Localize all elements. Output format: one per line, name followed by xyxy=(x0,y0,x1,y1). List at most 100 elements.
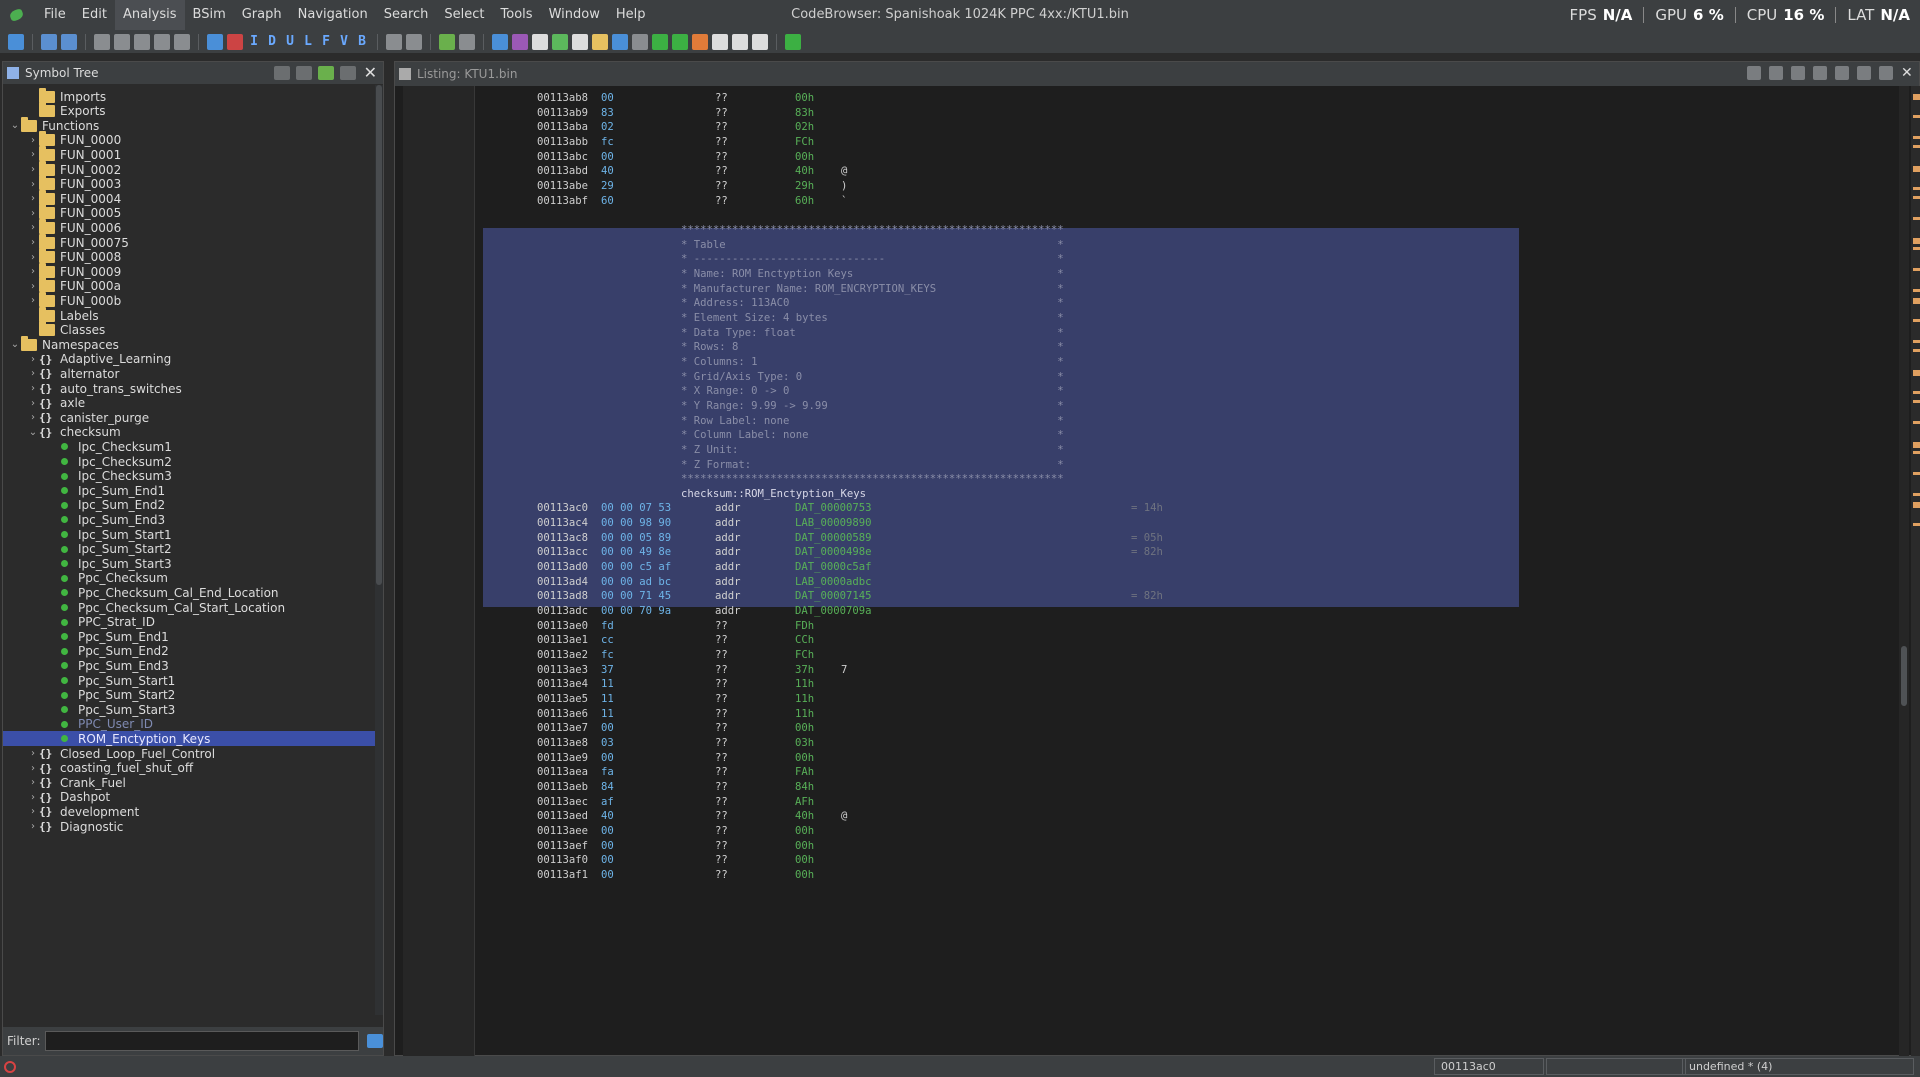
tree-item[interactable]: Ipc_Sum_End3 xyxy=(3,512,375,527)
listing-line[interactable]: 00113af1 00?? 00h xyxy=(483,868,1783,882)
listing-line[interactable]: 00113abe 29?? 29h) xyxy=(483,179,1783,193)
listing-line[interactable]: 00113aeb 84?? 84h xyxy=(483,780,1783,794)
overview-marker[interactable] xyxy=(1913,268,1920,271)
overview-marker[interactable] xyxy=(1913,187,1920,190)
listing-line[interactable]: 00113abc 00?? 00h xyxy=(483,150,1783,164)
chevron-right-icon[interactable]: › xyxy=(27,806,39,817)
listing-line[interactable]: 00113ae3 37?? 37h 7 xyxy=(483,663,1783,677)
tree-item[interactable]: ⌄{} checksum xyxy=(3,425,375,440)
overview-marker[interactable] xyxy=(1913,115,1920,118)
copy-icon[interactable] xyxy=(386,33,402,50)
chevron-down-icon[interactable]: ⌄ xyxy=(9,339,21,350)
listing-line[interactable]: 00113ae9 00?? 00h xyxy=(483,751,1783,765)
layout-icon[interactable] xyxy=(732,33,748,50)
overview-marker[interactable] xyxy=(1913,289,1920,292)
back-icon[interactable] xyxy=(41,33,57,50)
chevron-right-icon[interactable]: › xyxy=(27,763,39,774)
listing-line[interactable]: 00113ae0 fd?? FDh xyxy=(483,619,1783,633)
export-icon[interactable] xyxy=(295,66,312,80)
overview-marker[interactable] xyxy=(1913,370,1920,376)
tree-item[interactable]: › FUN_0009 xyxy=(3,262,375,279)
menu-window[interactable]: Window xyxy=(541,0,608,30)
tree-item[interactable]: › FUN_0004 xyxy=(3,189,375,206)
navigate-icon[interactable] xyxy=(94,33,110,50)
tree-item[interactable]: Ppc_Sum_Start1 xyxy=(3,673,375,688)
tree-item[interactable]: Labels xyxy=(3,306,375,323)
undo-icon[interactable] xyxy=(439,33,455,50)
tree-item[interactable]: Ppc_Sum_End3 xyxy=(3,658,375,673)
chevron-right-icon[interactable]: › xyxy=(27,222,39,233)
listing-line[interactable]: 00113af0 00?? 00h xyxy=(483,853,1783,867)
chevron-right-icon[interactable]: › xyxy=(27,748,39,759)
listing-line[interactable]: 00113aee 00?? 00h xyxy=(483,824,1783,838)
tree-item[interactable]: ›{} development xyxy=(3,804,375,819)
overview-marker[interactable] xyxy=(1913,400,1920,403)
listing-line[interactable]: 00113ac8 00 00 05 89 addr DAT_00000589 = 05h xyxy=(483,531,1783,545)
script-icon[interactable] xyxy=(672,33,688,50)
listing-line[interactable]: 00113ad8 00 00 71 45 addr DAT_00007145 = 82h xyxy=(483,589,1783,603)
tree-item[interactable]: › FUN_00075 xyxy=(3,233,375,250)
redo-icon[interactable] xyxy=(459,33,475,50)
overview-marker[interactable] xyxy=(1913,298,1920,304)
overview-marker[interactable] xyxy=(1913,451,1920,454)
navigate-on-click-icon[interactable] xyxy=(317,66,334,80)
listing-scrollbar[interactable] xyxy=(1899,86,1909,1056)
tree-item[interactable]: Ppc_Checksum xyxy=(3,571,375,586)
listing-line[interactable]: 00113acc 00 00 49 8e addr DAT_0000498e = 82h xyxy=(483,545,1783,559)
tree-item[interactable]: Ppc_Sum_End1 xyxy=(3,629,375,644)
nav-f-button[interactable]: F xyxy=(317,34,335,49)
layout-listing-icon[interactable] xyxy=(1879,66,1893,80)
tree-item[interactable]: ›{} Adaptive_Learning xyxy=(3,352,375,367)
tree-item[interactable]: Ppc_Checksum_Cal_Start_Location xyxy=(3,600,375,615)
tree-item[interactable]: › FUN_0008 xyxy=(3,248,375,265)
snapshot-icon[interactable] xyxy=(339,66,356,80)
overview-marker[interactable] xyxy=(1913,391,1920,394)
listing-line[interactable]: checksum::ROM_Enctyption_Keys xyxy=(483,487,1783,501)
menu-navigation[interactable]: Navigation xyxy=(290,0,376,30)
chevron-right-icon[interactable]: › xyxy=(27,383,39,394)
tree-item[interactable]: › FUN_0005 xyxy=(3,204,375,221)
listing-line[interactable]: 00113aea fa?? FAh xyxy=(483,765,1783,779)
tree-item[interactable]: ⌄ Namespaces xyxy=(3,335,375,352)
tree-icon[interactable] xyxy=(752,33,768,50)
tree-item[interactable]: ⌄ Functions xyxy=(3,116,375,133)
menu-bsim[interactable]: BSim xyxy=(185,0,234,30)
listing-line[interactable]: * Z Unit: * xyxy=(483,443,1783,457)
tree-item[interactable]: ›{} Crank_Fuel xyxy=(3,775,375,790)
listing-line[interactable]: 00113abf 60?? 60h ` xyxy=(483,194,1783,208)
listing-line[interactable]: * Address: 113AC0 * xyxy=(483,296,1783,310)
snapshot-listing-icon[interactable] xyxy=(1857,66,1871,80)
close-icon[interactable]: ✕ xyxy=(364,65,377,81)
overview-bar[interactable] xyxy=(1911,86,1920,1056)
listing-line[interactable]: 00113ac4 00 00 98 90 addr LAB_00009890 xyxy=(483,516,1783,530)
listing-line[interactable]: ****************************************… xyxy=(483,223,1783,237)
listing-line[interactable]: 00113aba 02?? 02h xyxy=(483,120,1783,134)
chevron-right-icon[interactable]: › xyxy=(27,266,39,277)
overview-marker[interactable] xyxy=(1913,502,1920,508)
listing-line[interactable]: * Column Label: none * xyxy=(483,428,1783,442)
listing-line[interactable]: * Z Format: * xyxy=(483,458,1783,472)
close-listing-icon[interactable]: ✕ xyxy=(1901,66,1915,80)
overview-marker[interactable] xyxy=(1913,166,1920,172)
tree-item[interactable]: Ppc_Sum_Start2 xyxy=(3,688,375,703)
menu-tools[interactable]: Tools xyxy=(493,0,541,30)
listing-line[interactable]: ****************************************… xyxy=(483,472,1783,486)
shield-icon[interactable] xyxy=(492,33,508,50)
filter-options-icon[interactable] xyxy=(367,1034,383,1048)
run-icon[interactable] xyxy=(652,33,668,50)
chevron-right-icon[interactable]: › xyxy=(27,412,39,423)
chevron-right-icon[interactable]: › xyxy=(27,179,39,190)
listing-line[interactable]: 00113aef 00?? 00h xyxy=(483,839,1783,853)
tree-item[interactable]: › FUN_000a xyxy=(3,277,375,294)
c-icon[interactable] xyxy=(612,33,628,50)
menu-edit[interactable]: Edit xyxy=(74,0,115,30)
tree-item[interactable]: › FUN_000b xyxy=(3,291,375,308)
chevron-right-icon[interactable]: › xyxy=(27,237,39,248)
diamond-icon[interactable] xyxy=(692,33,708,50)
tree-item[interactable]: › FUN_0002 xyxy=(3,160,375,177)
tree-item[interactable]: Ppc_Sum_Start3 xyxy=(3,702,375,717)
nav-d-button[interactable]: D xyxy=(263,34,281,49)
grid-icon[interactable] xyxy=(532,33,548,50)
chevron-down-icon[interactable]: ⌄ xyxy=(27,427,39,438)
tree-item[interactable]: Ppc_Sum_End2 xyxy=(3,644,375,659)
